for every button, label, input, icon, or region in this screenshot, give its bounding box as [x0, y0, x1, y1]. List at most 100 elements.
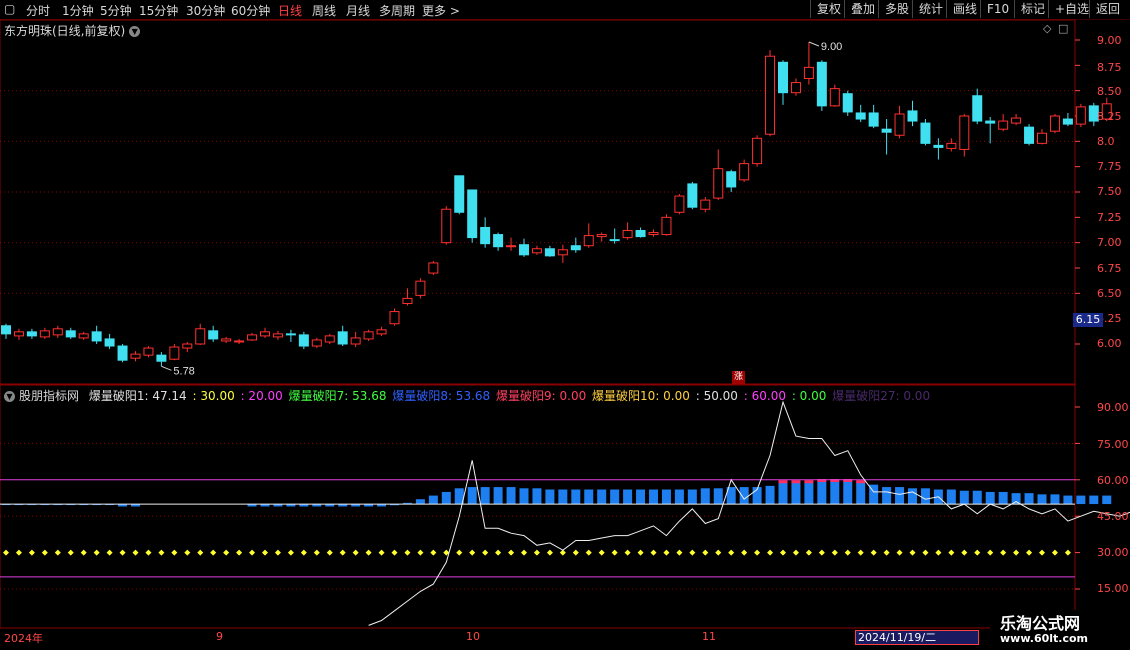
indicator-value: : 30.00 [192, 389, 235, 403]
indicator-value: 爆量破阳10: 0.00 [592, 389, 690, 403]
dropdown-circle-icon[interactable]: ▼ [129, 26, 141, 37]
indicator-tick: 90.00 [1097, 401, 1129, 414]
indicator-bar [1037, 494, 1047, 505]
ref-dot-30 [365, 549, 372, 556]
indicator-bar [843, 481, 853, 505]
indicator-dropdown-icon[interactable]: ▼ [4, 391, 15, 402]
ref-dot-30 [624, 549, 631, 556]
ref-dot-30 [482, 549, 489, 556]
indicator-bar [558, 489, 568, 505]
ref-dot-30 [119, 549, 126, 556]
candle-body-up [182, 343, 193, 349]
ref-dot-30 [961, 549, 968, 556]
candle-body-down [816, 61, 827, 107]
ref-dot-30 [495, 549, 502, 556]
candle-body-up [130, 353, 141, 359]
candle-body-down [1, 325, 11, 335]
ref-dot-30 [1026, 549, 1033, 556]
ref-dot-30 [572, 549, 579, 556]
candle-body-up [829, 88, 840, 107]
ref-dot-30 [728, 549, 735, 556]
settings-square-icon[interactable]: □ [1058, 22, 1068, 35]
main-panel-frame [0, 19, 1076, 385]
ref-dot-30 [106, 549, 113, 556]
candle-body-up [596, 234, 607, 238]
candle-body-up [739, 163, 750, 181]
ref-dot-30 [236, 549, 243, 556]
ref-dot-30 [805, 549, 812, 556]
candle-body-up [531, 248, 542, 254]
indicator-value: : 60.00 [743, 389, 786, 403]
date-label: 11 [702, 630, 716, 643]
ref-dot-30 [754, 549, 761, 556]
ref-dot-30 [300, 549, 307, 556]
ref-dot-30 [767, 549, 774, 556]
ref-dot-30 [611, 549, 618, 556]
price-tick: 8.0 [1097, 135, 1115, 148]
candle-body-down [972, 95, 983, 122]
candle-body-up [765, 55, 776, 135]
ref-dot-30 [456, 549, 463, 556]
indicator-bar [856, 482, 866, 505]
stock-title: 东方明珠(日线,前复权) ▼ [4, 22, 141, 39]
candle-body-down [519, 244, 529, 256]
ref-dot-30 [780, 549, 786, 556]
ref-dot-30 [741, 549, 748, 556]
ref-dot-30 [1039, 549, 1045, 556]
indicator-bar-cap [791, 480, 801, 484]
candle-body-up [959, 115, 970, 150]
date-label: 9 [216, 630, 223, 643]
ref-dot-30 [663, 549, 670, 556]
indicator-bar [1011, 493, 1021, 505]
candle-body-up [234, 340, 245, 343]
price-tick: 7.25 [1097, 211, 1122, 224]
indicator-bar [972, 490, 982, 505]
candle-body-down [687, 183, 698, 208]
ref-dot-30 [3, 549, 9, 556]
kline-chart-canvas[interactable]: 9.00 5.78 [0, 0, 1130, 650]
ref-dot-30 [987, 549, 994, 556]
ref-dot-30 [210, 549, 217, 556]
ref-dot-30 [67, 549, 74, 556]
candle-body-down [298, 334, 309, 347]
indicator-bar [985, 491, 995, 505]
ref-dot-30 [391, 549, 398, 556]
candle-body-up [402, 297, 413, 304]
indicator-name[interactable]: 股朋指标网 [19, 389, 79, 403]
cursor-date-box: 2024/11/19/二 [855, 630, 979, 645]
indicator-bar [441, 491, 451, 505]
candle-body-up [389, 311, 400, 325]
settings-diamond-icon[interactable]: ◇ [1043, 22, 1051, 35]
ref-dot-30 [417, 549, 424, 556]
indicator-bar [959, 490, 969, 505]
candle-body-up [803, 66, 814, 80]
ref-dot-30 [922, 549, 929, 556]
indicator-bar [493, 487, 503, 505]
ref-dot-30 [870, 549, 877, 556]
candle-body-down [842, 93, 853, 113]
indicator-bar [946, 489, 956, 505]
ref-dot-30 [287, 549, 294, 556]
high-price-label: 9.00 [821, 41, 842, 53]
price-tick: 8.50 [1097, 85, 1122, 98]
candle-body-down [544, 248, 555, 257]
indicator-bar [636, 489, 646, 505]
candle-body-up [415, 280, 426, 296]
indicator-bar [610, 489, 620, 505]
candle-body-down [868, 112, 879, 127]
ref-dot-30 [533, 549, 540, 556]
indicator-bar [1024, 493, 1034, 505]
indicator-value: 爆量破阳27: 0.00 [832, 389, 931, 403]
ref-dot-30 [132, 549, 139, 556]
candle-body-up [78, 333, 89, 339]
price-tick: 6.75 [1097, 262, 1122, 275]
price-tick: 7.75 [1097, 160, 1122, 173]
indicator-bar [791, 482, 801, 505]
ref-dot-30 [352, 549, 359, 556]
candle-body-down [208, 330, 219, 340]
candle-body-down [454, 175, 465, 213]
candle-body-down [933, 144, 944, 148]
indicator-bar [1076, 495, 1086, 505]
candle-body-up [1037, 132, 1047, 144]
candle-body-down [920, 122, 931, 144]
